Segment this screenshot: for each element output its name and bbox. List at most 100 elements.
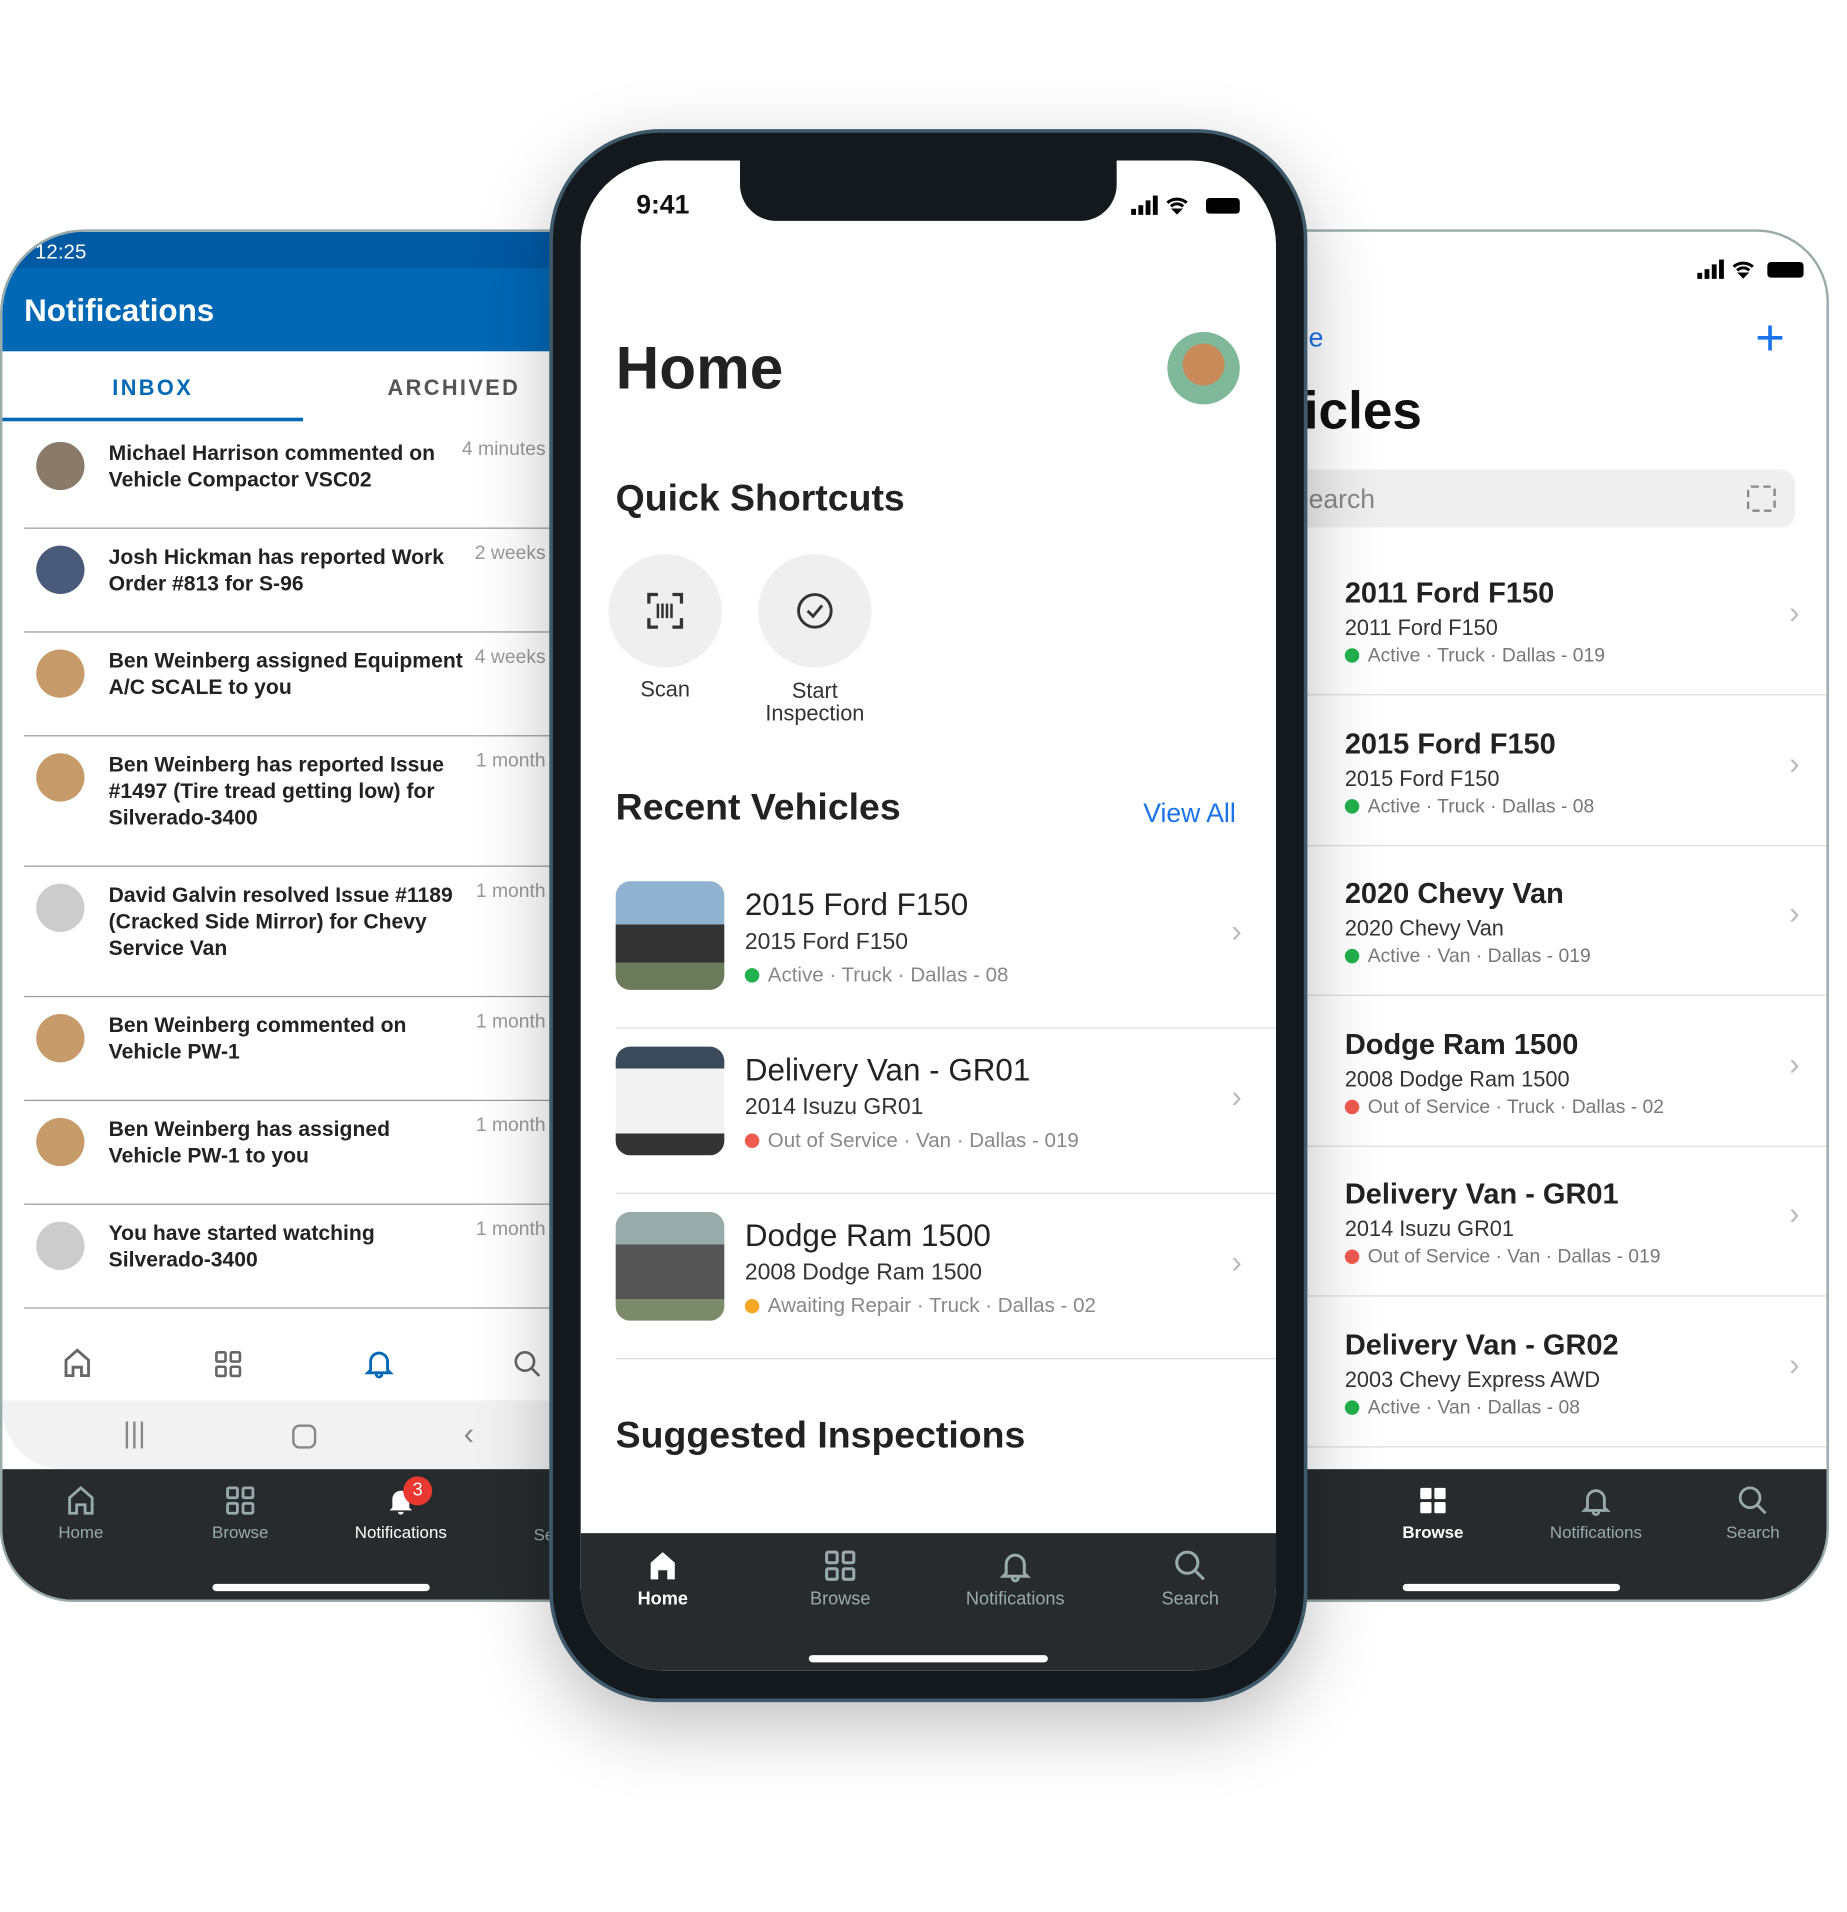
notification-time: 4 weeks xyxy=(474,647,546,668)
vehicle-meta: Out of Service · Van · Dallas - 019 xyxy=(1344,1247,1661,1269)
tab-label: Home xyxy=(58,1522,104,1542)
vehicle-row[interactable]: 2020 Chevy Van 2020 Chevy Van Active · Van… xyxy=(1282,846,1827,996)
vehicle-details: · Van · Dallas - 019 xyxy=(1420,946,1591,967)
notification-time: 1 month xyxy=(475,750,546,772)
barcode-scan-icon xyxy=(647,592,684,629)
vehicle-details: · Truck · Dallas - 02 xyxy=(1490,1096,1665,1118)
tab-home[interactable]: Home xyxy=(627,1548,699,1610)
vehicle-row[interactable]: Delivery Van - GR02 2003 Chevy Express AW… xyxy=(1282,1297,1827,1447)
notification-item[interactable]: David Galvin resolved Issue #1189 (Crack… xyxy=(24,867,556,998)
view-all-link[interactable]: View All xyxy=(1143,798,1236,829)
status-dot xyxy=(744,968,760,983)
notification-text: Ben Weinberg commented on Vehicle PW-1 xyxy=(108,1012,407,1064)
android-system-nav: ||| ‹ xyxy=(2,1400,565,1470)
tab-label: Home xyxy=(637,1588,688,1610)
vehicle-details: · Truck · Dallas - 02 xyxy=(911,1294,1096,1318)
vehicle-model: 2008 Dodge Ram 1500 xyxy=(744,1260,983,1286)
vehicle-row[interactable]: Delivery Van - GR01 2014 Isuzu GR01 Out of… xyxy=(1282,1147,1827,1297)
tab-archived[interactable]: ARCHIVED xyxy=(303,351,565,421)
grid-icon xyxy=(1420,1487,1446,1514)
search-input[interactable]: earch xyxy=(1282,469,1796,528)
vehicle-thumbnail xyxy=(615,881,725,990)
grid-icon xyxy=(226,1486,255,1515)
back-icon[interactable]: ‹ xyxy=(464,1415,474,1452)
barcode-scan-icon[interactable] xyxy=(1746,485,1776,512)
tab-label: Browse xyxy=(212,1522,269,1542)
recent-vehicle-row[interactable]: Dodge Ram 1500 2008 Dodge Ram 1500 Awaitin… xyxy=(615,1195,1277,1360)
vehicle-name: Dodge Ram 1500 xyxy=(1344,1027,1579,1061)
notification-badge: 3 xyxy=(403,1476,433,1506)
recent-vehicle-row[interactable]: 2015 Ford F150 2015 Ford F150 Active · Tru… xyxy=(615,864,1277,1029)
notification-item[interactable]: Josh Hickman has reported Work Order #81… xyxy=(24,529,556,633)
vehicle-meta: Active · Van · Dallas - 019 xyxy=(1344,946,1591,968)
vehicle-meta: Active · Truck · Dallas - 08 xyxy=(744,963,1008,987)
chevron-right-icon: › xyxy=(1789,1345,1800,1382)
status-dot xyxy=(1344,1099,1360,1114)
tab-home[interactable]: Home xyxy=(45,1484,117,1542)
vehicle-thumbnail xyxy=(615,1046,725,1156)
scan-shortcut[interactable]: Scan xyxy=(593,554,738,702)
vehicle-name: 2015 Ford F150 xyxy=(744,886,969,923)
status-time: 9:41 xyxy=(636,189,690,220)
status-text: Awaiting Repair xyxy=(767,1294,912,1318)
app-tab-bar xyxy=(2,1324,565,1401)
status-dot xyxy=(744,1298,760,1314)
tab-notifications[interactable]: Notifications xyxy=(1530,1484,1663,1542)
bottom-tab-bar: Home Browse Notifications 3 Se xyxy=(2,1469,565,1600)
status-dot xyxy=(1344,1399,1360,1415)
vehicle-thumbnail xyxy=(615,1212,725,1321)
vehicle-details: · Van · Dallas - 019 xyxy=(897,1128,1079,1152)
search-icon[interactable] xyxy=(512,1348,543,1379)
back-link[interactable]: e xyxy=(1309,322,1324,353)
vehicle-model: 2015 Ford F150 xyxy=(744,929,909,955)
start-inspection-shortcut[interactable]: Start Inspection xyxy=(742,554,887,725)
page-title: Notifications xyxy=(2,267,565,352)
tab-search[interactable]: Search xyxy=(1711,1484,1796,1542)
vehicle-details: · Van · Dallas - 019 xyxy=(1490,1247,1661,1268)
tab-browse[interactable]: Browse xyxy=(204,1484,276,1542)
notification-text: Michael Harrison commented on Vehicle Co… xyxy=(108,440,436,492)
tab-notifications[interactable]: Notifications xyxy=(955,1548,1076,1609)
vehicle-row[interactable]: 2015 Ford F150 2015 Ford F150 Active · Tru… xyxy=(1282,696,1827,846)
tab-notifications[interactable]: Notifications 3 xyxy=(340,1476,461,1542)
notification-item[interactable]: Michael Harrison commented on Vehicle Co… xyxy=(24,425,556,529)
avatar[interactable] xyxy=(1167,331,1240,405)
vehicle-name: Delivery Van - GR02 xyxy=(1344,1328,1619,1362)
bell-icon xyxy=(999,1553,1031,1583)
ios-vehicles-phone: e + icles earch 2011 Ford F150 2011 Ford … xyxy=(1279,229,1829,1602)
notification-text: Ben Weinberg has reported Issue #1497 (T… xyxy=(108,752,445,830)
notch xyxy=(740,160,1117,221)
tab-browse[interactable]: Browse xyxy=(802,1548,879,1609)
bell-icon[interactable] xyxy=(362,1346,396,1380)
vehicle-model: 2015 Ford F150 xyxy=(1344,765,1500,791)
tab-inbox[interactable]: INBOX xyxy=(2,351,304,422)
vehicle-meta: Awaiting Repair · Truck · Dallas - 02 xyxy=(744,1294,1096,1318)
recent-vehicle-row[interactable]: Delivery Van - GR01 2014 Isuzu GR01 Out of… xyxy=(615,1030,1277,1194)
recents-icon[interactable]: ||| xyxy=(123,1417,146,1451)
home-circle-icon[interactable] xyxy=(292,1424,317,1449)
notification-item[interactable]: Ben Weinberg has assigned Vehicle PW-1 t… xyxy=(24,1101,556,1205)
page-title: Home xyxy=(615,334,784,402)
vehicle-details: · Truck · Dallas - 019 xyxy=(1420,645,1605,667)
home-icon[interactable] xyxy=(60,1346,94,1380)
vehicle-name: Delivery Van - GR01 xyxy=(1344,1178,1619,1211)
shortcut-label: Scan xyxy=(640,677,690,702)
notification-time: 1 month xyxy=(475,1219,546,1240)
avatar xyxy=(36,1221,85,1270)
status-icons xyxy=(1131,195,1240,215)
vehicle-name: Delivery Van - GR01 xyxy=(744,1051,1031,1088)
notification-item[interactable]: Ben Weinberg has reported Issue #1497 (T… xyxy=(24,736,556,867)
vehicle-row[interactable]: 2011 Ford F150 2011 Ford F150 Active · Tru… xyxy=(1282,546,1827,696)
tab-browse[interactable]: Browse xyxy=(1385,1484,1482,1542)
vehicle-row[interactable]: Dodge Ram 1500 2008 Dodge Ram 1500 Out of … xyxy=(1282,997,1827,1147)
avatar xyxy=(36,649,85,698)
chevron-right-icon: › xyxy=(1789,593,1800,631)
tab-search[interactable]: Search xyxy=(1154,1548,1226,1609)
grid-icon[interactable] xyxy=(212,1348,243,1379)
section-title-recent-vehicles: Recent Vehicles xyxy=(615,785,901,829)
tab-label: Notifications xyxy=(354,1522,447,1542)
notification-item[interactable]: Ben Weinberg assigned Equipment A/C SCAL… xyxy=(24,633,556,737)
notification-item[interactable]: You have started watching Silverado-3400… xyxy=(24,1205,556,1309)
notification-item[interactable]: Ben Weinberg commented on Vehicle PW-1 1 … xyxy=(24,997,556,1101)
add-icon[interactable]: + xyxy=(1755,309,1785,367)
